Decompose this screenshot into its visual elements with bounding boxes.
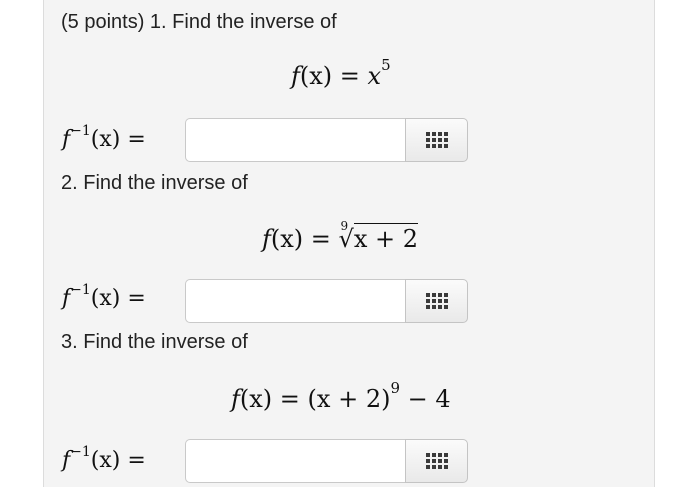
inverse-sup: −1 xyxy=(70,282,91,298)
answer-input-3[interactable] xyxy=(185,439,405,483)
inverse-label-3: f−1(x) = xyxy=(62,444,146,473)
q1-arg: (x) xyxy=(299,62,333,90)
q3-eq: = xyxy=(279,385,300,413)
q2-intro: 2. Find the inverse of xyxy=(61,172,248,194)
grid-icon xyxy=(425,453,448,469)
q2-root-index: 9 xyxy=(340,219,349,233)
inverse-sup: −1 xyxy=(70,444,91,460)
inverse-rest: (x) = xyxy=(90,448,146,473)
q2-formula: f(x) = 9 √x + 2 xyxy=(262,219,419,253)
q1-eq: = xyxy=(339,62,360,90)
q3-f: f xyxy=(231,385,240,413)
q2-f: f xyxy=(262,225,271,253)
q3-arg: (x) xyxy=(239,385,273,413)
q1-base: x xyxy=(367,62,382,90)
inverse-f: f xyxy=(62,127,71,152)
inverse-label-1: f−1(x) = xyxy=(62,123,146,152)
equation-editor-button-1[interactable] xyxy=(405,118,468,162)
q3-formula: f(x) = (x + 2)9 − 4 xyxy=(231,379,451,413)
q3-exp: 9 xyxy=(390,379,400,397)
inverse-rest: (x) = xyxy=(90,127,146,152)
inverse-label-2: f−1(x) = xyxy=(62,282,146,311)
inverse-f: f xyxy=(62,286,71,311)
inverse-rest: (x) = xyxy=(90,286,146,311)
q2-arg: (x) xyxy=(270,225,304,253)
q2-root: 9 √ xyxy=(339,219,354,253)
grid-icon xyxy=(425,293,448,309)
q3-intro: 3. Find the inverse of xyxy=(61,331,248,353)
answer-input-2[interactable] xyxy=(185,279,405,323)
equation-editor-button-3[interactable] xyxy=(405,439,468,483)
q2-radicand: x + 2 xyxy=(353,223,419,253)
q1-exp: 5 xyxy=(381,56,391,74)
q2-eq: = xyxy=(310,225,331,253)
q3-tail: − 4 xyxy=(407,385,451,413)
q1-intro: (5 points) 1. Find the inverse of xyxy=(61,11,337,33)
q3-group: (x + 2) xyxy=(307,385,391,413)
q1-f: f xyxy=(291,62,300,90)
answer-input-1[interactable] xyxy=(185,118,405,162)
inverse-f: f xyxy=(62,448,71,473)
equation-editor-button-2[interactable] xyxy=(405,279,468,323)
q1-formula: f(x) = x5 xyxy=(291,56,391,90)
inverse-sup: −1 xyxy=(70,123,91,139)
grid-icon xyxy=(425,132,448,148)
